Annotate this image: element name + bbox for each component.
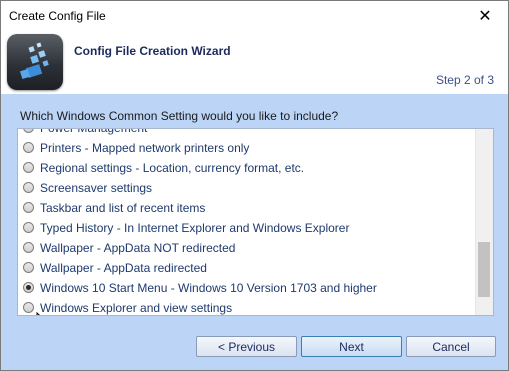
- option-label: Typed History - In Internet Explorer and…: [40, 221, 350, 235]
- option-label: Taskbar and list of recent items: [40, 201, 206, 215]
- question-label: Which Windows Common Setting would you l…: [20, 109, 339, 123]
- cancel-button[interactable]: Cancel: [406, 336, 496, 357]
- wizard-title: Config File Creation Wizard: [74, 44, 231, 58]
- option-label: Wallpaper - AppData redirected: [40, 261, 207, 275]
- radio-button[interactable]: [23, 282, 34, 293]
- option-item[interactable]: Regional settings - Location, currency f…: [18, 158, 475, 178]
- option-item[interactable]: Taskbar and list of recent items: [18, 198, 475, 218]
- title-bar: Create Config File ✕: [1, 1, 508, 31]
- scroll-thumb[interactable]: [478, 242, 490, 297]
- option-item[interactable]: Windows 10 Start Menu - Windows 10 Versi…: [18, 278, 475, 298]
- option-label: Windows 10 Start Menu - Windows 10 Versi…: [40, 281, 377, 295]
- option-item[interactable]: Power Management: [18, 128, 475, 138]
- option-item[interactable]: Wallpaper - AppData NOT redirected: [18, 238, 475, 258]
- app-logo-icon: [7, 34, 63, 90]
- option-item[interactable]: Printers - Mapped network printers only: [18, 138, 475, 158]
- previous-button[interactable]: < Previous: [196, 336, 297, 357]
- option-label: Power Management: [40, 128, 148, 135]
- radio-button[interactable]: [23, 129, 34, 133]
- option-item[interactable]: Wallpaper - AppData redirected: [18, 258, 475, 278]
- next-button[interactable]: Next: [301, 336, 402, 357]
- option-label: Wallpaper - AppData NOT redirected: [40, 241, 236, 255]
- radio-button[interactable]: [23, 302, 34, 313]
- window-title: Create Config File: [9, 9, 106, 23]
- option-item[interactable]: Windows Explorer and view settings: [18, 298, 475, 315]
- close-button[interactable]: ✕: [462, 1, 508, 31]
- option-label: Screensaver settings: [40, 181, 153, 195]
- option-item[interactable]: Typed History - In Internet Explorer and…: [18, 218, 475, 238]
- radio-button[interactable]: [23, 202, 34, 213]
- wizard-window: Create Config File ✕ Config File Creatio…: [0, 0, 509, 371]
- radio-button[interactable]: [23, 162, 34, 173]
- radio-button[interactable]: [23, 182, 34, 193]
- step-indicator: Step 2 of 3: [435, 73, 494, 87]
- radio-button[interactable]: [23, 222, 34, 233]
- option-item[interactable]: Screensaver settings: [18, 178, 475, 198]
- settings-option-list[interactable]: Power Management Printers - Mapped networ…: [17, 128, 494, 316]
- radio-button[interactable]: [23, 242, 34, 253]
- close-icon: ✕: [478, 8, 492, 25]
- radio-button[interactable]: [23, 262, 34, 273]
- radio-button[interactable]: [23, 142, 34, 153]
- option-label: Regional settings - Location, currency f…: [40, 161, 305, 175]
- option-list-items: Power Management Printers - Mapped networ…: [18, 128, 475, 315]
- wizard-header: Config File Creation Wizard Step 2 of 3: [1, 31, 508, 94]
- vertical-scrollbar[interactable]: [475, 129, 493, 315]
- option-label: Printers - Mapped network printers only: [40, 141, 250, 155]
- wizard-body: Which Windows Common Setting would you l…: [1, 94, 508, 370]
- option-label: Windows Explorer and view settings: [40, 301, 233, 315]
